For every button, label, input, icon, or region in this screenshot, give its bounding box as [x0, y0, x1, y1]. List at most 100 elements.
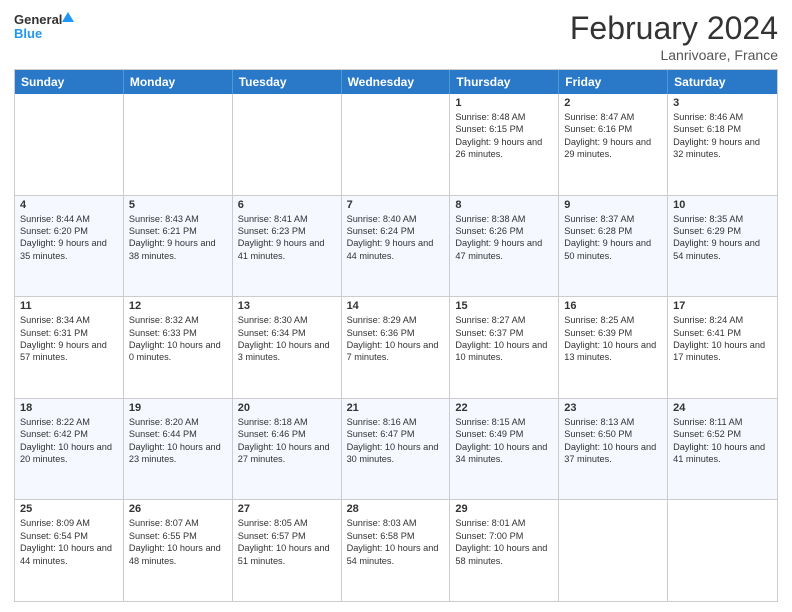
cell-text: Sunrise: 8:22 AM Sunset: 6:42 PM Dayligh… — [20, 416, 118, 466]
svg-text:Blue: Blue — [14, 26, 42, 41]
cell-text: Sunrise: 8:37 AM Sunset: 6:28 PM Dayligh… — [564, 213, 662, 263]
calendar-header-cell: Friday — [559, 70, 668, 94]
calendar-cell: 14 Sunrise: 8:29 AM Sunset: 6:36 PM Dayli… — [342, 297, 451, 398]
calendar-cell: 18 Sunrise: 8:22 AM Sunset: 6:42 PM Dayli… — [15, 399, 124, 500]
calendar-cell: 26 Sunrise: 8:07 AM Sunset: 6:55 PM Dayli… — [124, 500, 233, 601]
calendar-cell: 5 Sunrise: 8:43 AM Sunset: 6:21 PM Daylig… — [124, 196, 233, 297]
calendar: SundayMondayTuesdayWednesdayThursdayFrid… — [14, 69, 778, 602]
calendar-row: 4 Sunrise: 8:44 AM Sunset: 6:20 PM Daylig… — [15, 195, 777, 297]
cell-text: Sunrise: 8:30 AM Sunset: 6:34 PM Dayligh… — [238, 314, 336, 364]
calendar-subtitle: Lanrivoare, France — [570, 47, 778, 63]
calendar-cell: 22 Sunrise: 8:15 AM Sunset: 6:49 PM Dayli… — [450, 399, 559, 500]
cell-text: Sunrise: 8:32 AM Sunset: 6:33 PM Dayligh… — [129, 314, 227, 364]
day-number: 11 — [20, 300, 118, 312]
day-number: 2 — [564, 97, 662, 109]
cell-text: Sunrise: 8:44 AM Sunset: 6:20 PM Dayligh… — [20, 213, 118, 263]
day-number: 12 — [129, 300, 227, 312]
title-block: February 2024 Lanrivoare, France — [570, 10, 778, 63]
calendar-cell: 9 Sunrise: 8:37 AM Sunset: 6:28 PM Daylig… — [559, 196, 668, 297]
calendar-cell: 3 Sunrise: 8:46 AM Sunset: 6:18 PM Daylig… — [668, 94, 777, 195]
calendar-cell: 23Sunrise: 8:13 AM Sunset: 6:50 PM Dayli… — [559, 399, 668, 500]
day-number: 9 — [564, 199, 662, 211]
calendar-header-cell: Monday — [124, 70, 233, 94]
calendar-row: 11 Sunrise: 8:34 AM Sunset: 6:31 PM Dayli… — [15, 296, 777, 398]
cell-text: Sunrise: 8:18 AM Sunset: 6:46 PM Dayligh… — [238, 416, 336, 466]
calendar-cell — [559, 500, 668, 601]
calendar-cell: 15Sunrise: 8:27 AM Sunset: 6:37 PM Dayli… — [450, 297, 559, 398]
calendar-cell — [342, 94, 451, 195]
calendar-cell: 25 Sunrise: 8:09 AM Sunset: 6:54 PM Dayli… — [15, 500, 124, 601]
cell-text: Sunrise: 8:48 AM Sunset: 6:15 PM Dayligh… — [455, 111, 553, 161]
cell-text: Sunrise: 8:16 AM Sunset: 6:47 PM Dayligh… — [347, 416, 445, 466]
calendar-cell: 21 Sunrise: 8:16 AM Sunset: 6:47 PM Dayli… — [342, 399, 451, 500]
logo: General Blue — [14, 10, 74, 42]
calendar-cell: 10Sunrise: 8:35 AM Sunset: 6:29 PM Dayli… — [668, 196, 777, 297]
day-number: 21 — [347, 402, 445, 414]
calendar-cell: 27Sunrise: 8:05 AM Sunset: 6:57 PM Dayli… — [233, 500, 342, 601]
day-number: 22 — [455, 402, 553, 414]
calendar-cell — [15, 94, 124, 195]
calendar-cell: 6 Sunrise: 8:41 AM Sunset: 6:23 PM Daylig… — [233, 196, 342, 297]
day-number: 20 — [238, 402, 336, 414]
day-number: 27 — [238, 503, 336, 515]
day-number: 8 — [455, 199, 553, 211]
calendar-cell: 11 Sunrise: 8:34 AM Sunset: 6:31 PM Dayli… — [15, 297, 124, 398]
day-number: 26 — [129, 503, 227, 515]
calendar-cell: 2 Sunrise: 8:47 AM Sunset: 6:16 PM Daylig… — [559, 94, 668, 195]
calendar-cell — [233, 94, 342, 195]
calendar-cell: 29 Sunrise: 8:01 AM Sunset: 7:00 PM Dayli… — [450, 500, 559, 601]
cell-text: Sunrise: 8:27 AM Sunset: 6:37 PM Dayligh… — [455, 314, 553, 364]
page: General Blue February 2024 Lanrivoare, F… — [0, 0, 792, 612]
calendar-cell: 16Sunrise: 8:25 AM Sunset: 6:39 PM Dayli… — [559, 297, 668, 398]
cell-text: Sunrise: 8:15 AM Sunset: 6:49 PM Dayligh… — [455, 416, 553, 466]
day-number: 13 — [238, 300, 336, 312]
day-number: 14 — [347, 300, 445, 312]
calendar-cell: 12 Sunrise: 8:32 AM Sunset: 6:33 PM Dayli… — [124, 297, 233, 398]
cell-text: Sunrise: 8:29 AM Sunset: 6:36 PM Dayligh… — [347, 314, 445, 364]
calendar-cell: 8Sunrise: 8:38 AM Sunset: 6:26 PM Daylig… — [450, 196, 559, 297]
day-number: 18 — [20, 402, 118, 414]
cell-text: Sunrise: 8:40 AM Sunset: 6:24 PM Dayligh… — [347, 213, 445, 263]
cell-text: Sunrise: 8:07 AM Sunset: 6:55 PM Dayligh… — [129, 517, 227, 567]
cell-text: Sunrise: 8:09 AM Sunset: 6:54 PM Dayligh… — [20, 517, 118, 567]
cell-text: Sunrise: 8:43 AM Sunset: 6:21 PM Dayligh… — [129, 213, 227, 263]
cell-text: Sunrise: 8:11 AM Sunset: 6:52 PM Dayligh… — [673, 416, 772, 466]
logo-svg: General Blue — [14, 10, 74, 42]
day-number: 24 — [673, 402, 772, 414]
day-number: 28 — [347, 503, 445, 515]
calendar-cell — [668, 500, 777, 601]
day-number: 6 — [238, 199, 336, 211]
day-number: 4 — [20, 199, 118, 211]
calendar-cell — [124, 94, 233, 195]
calendar-header-cell: Sunday — [15, 70, 124, 94]
calendar-cell: 19 Sunrise: 8:20 AM Sunset: 6:44 PM Dayli… — [124, 399, 233, 500]
calendar-cell: 1 Sunrise: 8:48 AM Sunset: 6:15 PM Daylig… — [450, 94, 559, 195]
calendar-body: 1 Sunrise: 8:48 AM Sunset: 6:15 PM Daylig… — [15, 94, 777, 601]
day-number: 3 — [673, 97, 772, 109]
day-number: 5 — [129, 199, 227, 211]
header: General Blue February 2024 Lanrivoare, F… — [14, 10, 778, 63]
cell-text: Sunrise: 8:46 AM Sunset: 6:18 PM Dayligh… — [673, 111, 772, 161]
calendar-header: SundayMondayTuesdayWednesdayThursdayFrid… — [15, 70, 777, 94]
calendar-cell: 13 Sunrise: 8:30 AM Sunset: 6:34 PM Dayli… — [233, 297, 342, 398]
calendar-title: February 2024 — [570, 10, 778, 47]
cell-text: Sunrise: 8:25 AM Sunset: 6:39 PM Dayligh… — [564, 314, 662, 364]
cell-text: Sunrise: 8:41 AM Sunset: 6:23 PM Dayligh… — [238, 213, 336, 263]
cell-text: Sunrise: 8:47 AM Sunset: 6:16 PM Dayligh… — [564, 111, 662, 161]
day-number: 1 — [455, 97, 553, 109]
day-number: 19 — [129, 402, 227, 414]
cell-text: Sunrise: 8:13 AM Sunset: 6:50 PM Dayligh… — [564, 416, 662, 466]
calendar-cell: 17Sunrise: 8:24 AM Sunset: 6:41 PM Dayli… — [668, 297, 777, 398]
calendar-row: 18 Sunrise: 8:22 AM Sunset: 6:42 PM Dayli… — [15, 398, 777, 500]
calendar-cell: 4 Sunrise: 8:44 AM Sunset: 6:20 PM Daylig… — [15, 196, 124, 297]
cell-text: Sunrise: 8:34 AM Sunset: 6:31 PM Dayligh… — [20, 314, 118, 364]
calendar-cell: 28Sunrise: 8:03 AM Sunset: 6:58 PM Dayli… — [342, 500, 451, 601]
day-number: 29 — [455, 503, 553, 515]
day-number: 7 — [347, 199, 445, 211]
calendar-row: 1 Sunrise: 8:48 AM Sunset: 6:15 PM Daylig… — [15, 94, 777, 195]
calendar-header-cell: Tuesday — [233, 70, 342, 94]
cell-text: Sunrise: 8:20 AM Sunset: 6:44 PM Dayligh… — [129, 416, 227, 466]
cell-text: Sunrise: 8:01 AM Sunset: 7:00 PM Dayligh… — [455, 517, 553, 567]
cell-text: Sunrise: 8:35 AM Sunset: 6:29 PM Dayligh… — [673, 213, 772, 263]
day-number: 25 — [20, 503, 118, 515]
